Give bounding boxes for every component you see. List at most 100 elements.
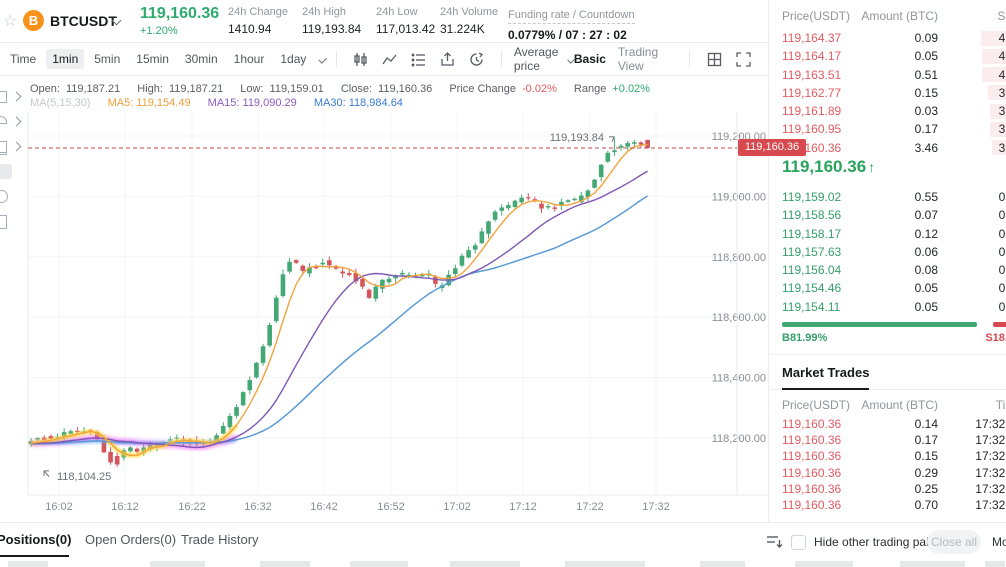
tab-positions[interactable]: Positions(0)	[0, 532, 71, 557]
trade-row: 119,160.360.1717:32:59	[782, 433, 1006, 448]
chevron-right-icon	[11, 141, 22, 152]
ask-row[interactable]: 119,162.770.153.81	[770, 84, 1006, 102]
fullscreen-icon[interactable]	[736, 51, 751, 67]
bid-row[interactable]: 119,154.460.050.93	[770, 279, 1006, 297]
ask-row[interactable]: 119,161.890.033.66	[770, 102, 1006, 120]
chart-canvas[interactable]: 119,200.00119,000.00118,800.00118,600.00…	[0, 112, 770, 522]
trade-row: 119,160.360.1517:32:58	[782, 449, 1006, 464]
svg-text:17:02: 17:02	[443, 501, 471, 513]
grid-layout-icon[interactable]	[707, 52, 722, 67]
clipped-table-header	[795, 561, 853, 567]
market-trades-list: 119,160.360.1417:32:59 119,160.360.1717:3…	[770, 416, 1006, 513]
low-annotation: 118,104.25	[57, 471, 111, 483]
stat-24h-high: 24h High 119,193.84	[302, 6, 362, 36]
bid-row[interactable]: 119,159.020.550.55	[770, 188, 1006, 206]
clipped-table-header	[450, 561, 520, 567]
chart-restore-icon[interactable]	[469, 51, 484, 67]
market-trades-header: Price(USDT) Amount (BTC) Time	[782, 398, 1006, 412]
clipped-table-header	[350, 561, 408, 567]
share-icon[interactable]	[440, 51, 455, 67]
svg-text:119,000.00: 119,000.00	[712, 191, 766, 203]
bid-row[interactable]: 119,157.630.060.80	[770, 243, 1006, 261]
depth-ratio-bar	[782, 322, 1006, 327]
buy-ratio-bar	[782, 322, 978, 327]
btc-logo-icon: B	[23, 10, 44, 31]
svg-text:16:02: 16:02	[45, 501, 73, 513]
funding-rate: Funding rate / Countdown 0.0779% / 07 : …	[508, 9, 635, 42]
hide-pairs-checkbox[interactable]	[791, 535, 806, 550]
svg-text:118,800.00: 118,800.00	[712, 252, 766, 264]
hide-pairs-label[interactable]: Hide other trading pairs	[814, 535, 939, 549]
trading-terminal: { "header": { "pair": "BTCUSDT", "price"…	[0, 0, 1006, 567]
clipped-table-header	[700, 561, 745, 567]
more-button[interactable]: More	[992, 535, 1006, 549]
stat-24h-volume: 24h Volume 31.224K	[440, 6, 499, 36]
favorite-star-icon[interactable]: ☆	[3, 11, 17, 31]
clipped-table-header	[565, 561, 645, 567]
trade-row: 119,160.360.2917:32:58	[782, 465, 1006, 480]
chart-toolbar: Time 1min 5min 15min 30min 1hour 1day Av…	[0, 43, 768, 76]
interval-1hour[interactable]: 1hour	[228, 49, 271, 69]
pair-header: ☆ B BTCUSDT 119,160.36 +1.20% 24h Change…	[0, 0, 768, 43]
last-price: 119,160.36	[140, 5, 220, 22]
interval-1day[interactable]: 1day	[274, 49, 312, 69]
pair-name[interactable]: BTCUSDT	[50, 13, 117, 29]
line-chart-icon[interactable]	[382, 52, 397, 67]
svg-text:17:12: 17:12	[509, 501, 537, 513]
clipped-table-header	[8, 561, 48, 567]
sort-filter-icon[interactable]	[766, 534, 783, 554]
drawing-tool-group[interactable]	[0, 111, 27, 136]
drawing-toolbar	[0, 86, 27, 236]
drawing-tool-group[interactable]	[0, 86, 27, 111]
arrow-up-icon: ↑	[868, 159, 876, 175]
depth-ratio-labels: B81.99% S18.01%	[782, 332, 1006, 344]
interval-15min[interactable]: 15min	[130, 49, 175, 69]
trade-row: 119,160.360.2517:32:58	[782, 481, 1006, 496]
ask-row[interactable]: 119,160.950.173.63	[770, 120, 1006, 138]
svg-text:16:22: 16:22	[178, 501, 206, 513]
tab-trade-history[interactable]: Trade History	[181, 532, 259, 547]
current-price-tag: 119,160.36	[738, 139, 806, 157]
time-label: Time	[10, 52, 37, 66]
svg-text:16:52: 16:52	[377, 501, 405, 513]
svg-text:118,200.00: 118,200.00	[712, 433, 766, 445]
candlestick-icon[interactable]	[353, 52, 368, 67]
ask-row[interactable]: 119,163.510.514.32	[770, 66, 1006, 84]
bid-list: 119,159.020.550.55119,158.560.070.62119,…	[770, 188, 1006, 316]
svg-text:118,400.00: 118,400.00	[712, 373, 766, 385]
mode-tradingview[interactable]: Trading View	[618, 45, 667, 73]
interval-30min[interactable]: 30min	[179, 49, 224, 69]
trade-row: 119,160.360.7017:32:57	[782, 497, 1006, 512]
interval-5min[interactable]: 5min	[88, 49, 126, 69]
order-book-header: Price(USDT) Amount (BTC) Sum	[782, 9, 1006, 23]
drawing-tool-group[interactable]	[0, 136, 27, 161]
mode-basic[interactable]: Basic	[574, 52, 606, 66]
bid-row[interactable]: 119,158.170.120.74	[770, 225, 1006, 243]
screenshot-tool[interactable]	[0, 211, 27, 236]
chevron-right-icon	[11, 116, 22, 127]
tab-open-orders[interactable]: Open Orders(0)	[85, 532, 176, 547]
bid-row[interactable]: 119,154.110.050.98	[770, 298, 1006, 316]
ma-info: MA(5,15,30) MA5: 119,154.49 MA15: 119,09…	[30, 97, 403, 109]
svg-text:17:32: 17:32	[642, 501, 670, 513]
indicators-icon[interactable]	[411, 52, 426, 67]
stat-24h-low: 24h Low 117,013.42	[376, 6, 436, 36]
bid-row[interactable]: 119,156.040.080.88	[770, 261, 1006, 279]
high-annotation: 119,193.84	[550, 132, 604, 144]
trade-row: 119,160.360.1417:32:59	[782, 417, 1006, 431]
tab-market-trades[interactable]: Market Trades	[782, 365, 870, 390]
magnet-tool[interactable]	[0, 161, 27, 186]
undo-tool[interactable]	[0, 186, 27, 211]
interval-1min[interactable]: 1min	[46, 49, 85, 69]
panel-divider	[768, 0, 769, 522]
bid-row[interactable]: 119,158.560.070.62	[770, 206, 1006, 224]
candlestick-chart[interactable]: 119,200.00 119,000.00 118,800.00 118,600.00…	[0, 112, 770, 522]
ask-row[interactable]: 119,164.370.094.46	[770, 29, 1006, 47]
price-change-pct: +1.20%	[140, 25, 178, 37]
ask-row[interactable]: 119,164.170.054.37	[770, 47, 1006, 65]
average-price-dropdown[interactable]: Average price	[514, 45, 576, 73]
close-all-button[interactable]: Close all	[927, 530, 981, 554]
clipped-table-header	[900, 561, 965, 567]
intervals-chevron-down-icon[interactable]	[318, 54, 328, 64]
order-book-last-price[interactable]: 119,160.36 ↑	[782, 157, 875, 177]
